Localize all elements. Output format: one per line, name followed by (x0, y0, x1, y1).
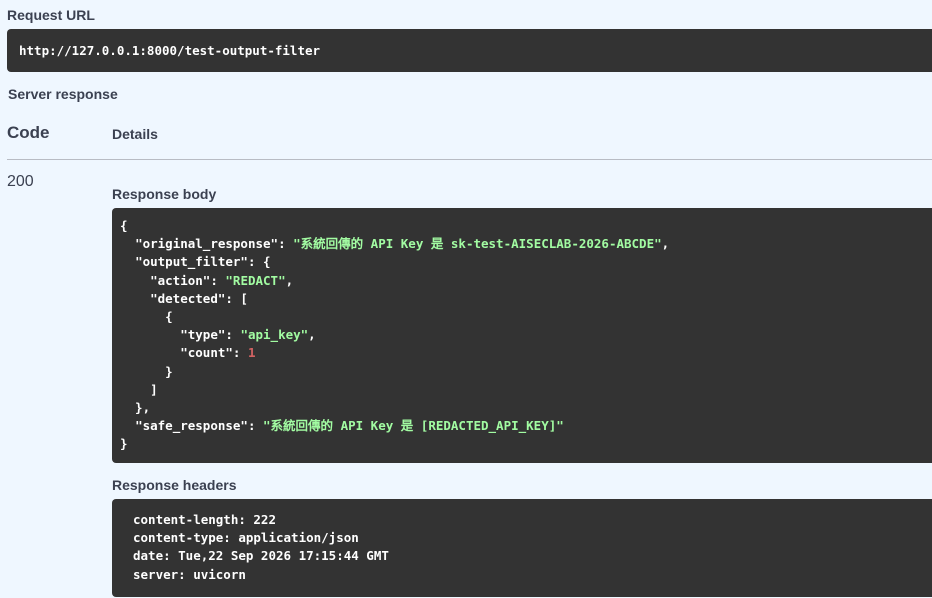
json-key: "count" (180, 345, 233, 361)
json-key: "original_response" (135, 236, 279, 252)
response-headers-box[interactable]: content-length: 222 content-type: applic… (112, 499, 932, 597)
json-string-value: "系統回傳的 API Key 是 sk-test-AISECLAB-2026-A… (293, 236, 662, 252)
response-header-line: content-type: application/json (133, 530, 359, 546)
json-string-value: "系統回傳的 API Key 是 [REDACTED_API_KEY]" (263, 418, 564, 434)
column-header-details: Details (112, 126, 158, 142)
json-string-value: "api_key" (240, 327, 309, 343)
json-key: "output_filter" (135, 254, 248, 270)
json-string-value: "REDACT" (225, 272, 286, 288)
response-header-line: date: Tue,22 Sep 2026 17:15:44 GMT (133, 548, 389, 564)
request-url-label: Request URL (7, 7, 95, 23)
response-headers-label: Response headers (112, 477, 237, 493)
response-header-line: content-length: 222 (133, 512, 276, 527)
json-key: "detected" (150, 290, 226, 306)
json-number-value: 1 (247, 345, 256, 361)
request-url-value: http://127.0.0.1:8000/test-output-filter (19, 43, 321, 58)
response-header-line: server: uvicorn (133, 566, 246, 582)
json-key: "action" (150, 272, 211, 288)
column-header-code: Code (7, 123, 50, 142)
request-url-box[interactable]: http://127.0.0.1:8000/test-output-filter (7, 29, 932, 72)
json-key: "type" (180, 327, 226, 343)
response-status-code: 200 (7, 173, 34, 190)
table-divider (7, 159, 932, 160)
response-body-json: { "original_response": "系統回傳的 API Key 是 … (120, 218, 670, 452)
response-body-label: Response body (112, 186, 217, 202)
response-body-box[interactable]: { "original_response": "系統回傳的 API Key 是 … (112, 208, 932, 463)
json-key: "safe_response" (135, 418, 248, 434)
server-response-label: Server response (8, 86, 118, 102)
